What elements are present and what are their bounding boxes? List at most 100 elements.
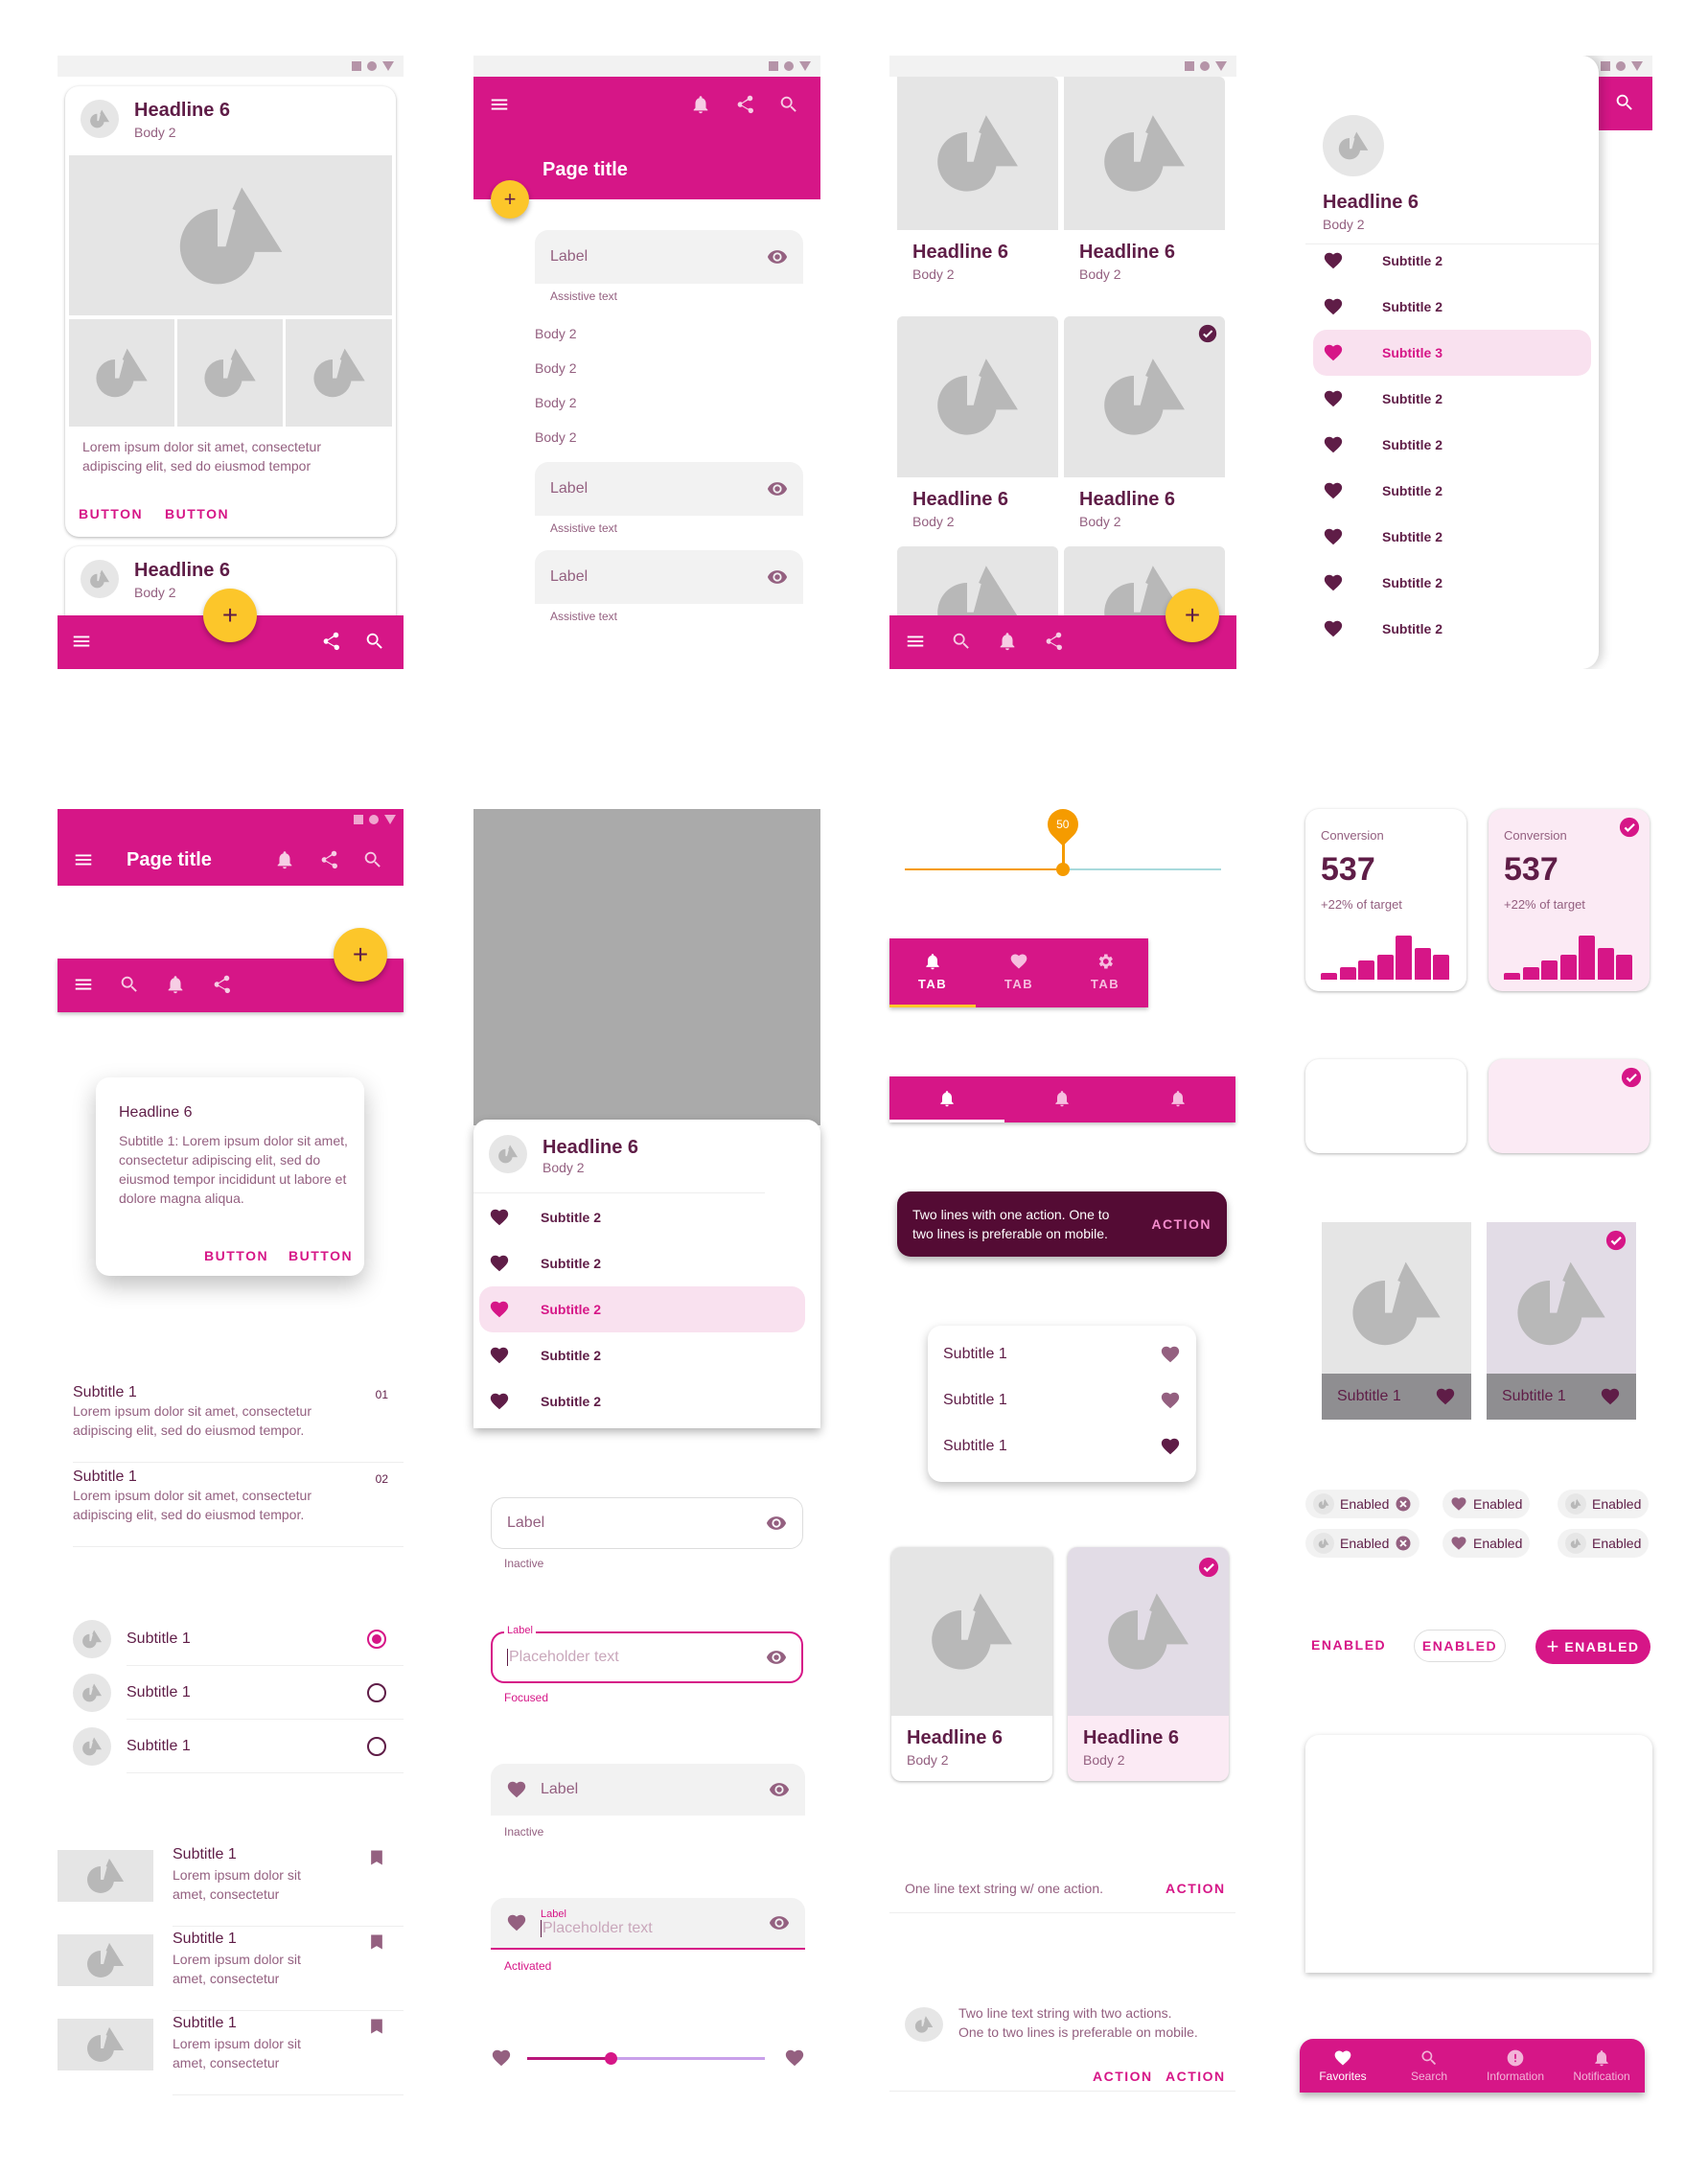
empty-card[interactable] [1305,1059,1466,1153]
selectable-card-selected[interactable]: Headline 6 Body 2 [1068,1547,1229,1781]
drawer-item[interactable]: Subtitle 2 [1313,468,1591,514]
radio-list-item[interactable]: Subtitle 1 [73,1666,404,1720]
fab-add[interactable]: + [491,180,529,219]
heart-icon[interactable] [1600,1386,1621,1407]
share-icon[interactable] [734,94,755,115]
tab[interactable]: TAB [1062,938,1148,1007]
share-icon[interactable] [1043,631,1064,652]
image-list-item[interactable]: Subtitle 1 Lorem ipsum dolor sit amet, co… [58,1842,404,1927]
radio-list-item[interactable]: Subtitle 1 [73,1612,404,1666]
radio-checked[interactable] [367,1630,386,1649]
search-icon[interactable] [362,849,383,870]
menu-icon[interactable] [73,974,94,995]
chip[interactable]: Enabled [1305,1490,1420,1518]
menu-icon[interactable] [73,849,94,870]
drawer-item[interactable]: Subtitle 2 [1313,514,1591,560]
bottom-nav-item[interactable]: Information [1472,2039,1558,2093]
bottom-nav-item[interactable]: Notification [1558,2039,1645,2093]
heart-icon[interactable] [1435,1386,1456,1407]
empty-card-selected[interactable] [1489,1059,1650,1153]
share-icon[interactable] [320,631,341,652]
chip[interactable]: Enabled [1558,1490,1650,1518]
stat-card-selected[interactable]: Conversion 537 +22% of target [1489,809,1650,991]
large-card[interactable] [1305,1735,1652,1973]
radio-unchecked[interactable] [367,1683,386,1702]
outlined-button[interactable]: ENABLED [1414,1630,1506,1662]
bottom-nav-item[interactable]: Search [1386,2039,1472,2093]
chip[interactable]: Enabled [1305,1529,1420,1558]
text-field[interactable]: Label [535,550,803,604]
list-item[interactable]: Subtitle 1 Lorem ipsum dolor sit amet, co… [73,1378,404,1463]
radio-list-item[interactable]: Subtitle 1 [73,1720,404,1773]
bell-icon[interactable] [690,94,711,115]
bottom-nav-item[interactable]: Favorites [1300,2039,1386,2093]
selectable-card[interactable]: Headline 6 Body 2 [891,1547,1052,1781]
card-button[interactable]: BUTTON [79,506,143,521]
menu-item[interactable]: Subtitle 1 [928,1377,1196,1423]
slider-thumb[interactable] [1056,863,1070,876]
bookmark-icon[interactable] [367,2017,386,2036]
grid-image[interactable] [1064,77,1225,230]
stat-card[interactable]: Conversion 537 +22% of target [1305,809,1466,991]
eye-icon[interactable] [767,567,788,588]
heart-icon[interactable] [1160,1344,1181,1365]
image-tile-selected[interactable]: Subtitle 1 [1487,1222,1636,1420]
dialog-button[interactable]: BUTTON [204,1248,268,1263]
text-button[interactable]: ENABLED [1311,1637,1386,1653]
radio-unchecked[interactable] [367,1737,386,1756]
heart-icon[interactable] [1160,1390,1181,1411]
filled-field-inactive[interactable]: Label [491,1764,805,1816]
chip[interactable]: Enabled [1558,1529,1650,1558]
drawer-item[interactable]: Subtitle 2 [1313,606,1591,652]
fab-add[interactable]: + [334,928,387,982]
sheet-item[interactable]: Subtitle 2 [479,1240,805,1286]
share-icon[interactable] [211,974,232,995]
cancel-icon[interactable] [1395,1495,1412,1513]
icon-tab[interactable] [889,1076,1005,1122]
menu-item[interactable]: Subtitle 1 [928,1331,1196,1377]
continuous-slider[interactable] [491,2044,805,2072]
drawer-item[interactable]: Subtitle 2 [1313,560,1591,606]
bookmark-icon[interactable] [367,1932,386,1952]
image-list-item[interactable]: Subtitle 1 Lorem ipsum dolor sit amet, co… [58,1927,404,2011]
search-icon[interactable] [778,94,799,115]
cancel-icon[interactable] [1395,1535,1412,1552]
banner-action[interactable]: ACTION [1166,1881,1226,1896]
card-button[interactable]: BUTTON [165,506,229,521]
eye-icon[interactable] [767,246,788,267]
eye-icon[interactable] [769,1779,790,1800]
search-icon[interactable] [364,631,385,652]
sheet-item[interactable]: Subtitle 2 [479,1194,805,1240]
tab[interactable]: TAB [976,938,1062,1007]
banner-action[interactable]: ACTION [1093,2069,1153,2084]
discrete-slider[interactable]: 50 [905,802,1231,876]
drawer-item[interactable]: Subtitle 3 [1313,330,1591,376]
menu-icon[interactable] [71,631,92,652]
eye-icon[interactable] [767,478,788,499]
share-icon[interactable] [318,849,339,870]
eye-icon[interactable] [769,1912,790,1933]
content-card[interactable]: Headline 6 Body 2 Lorem ipsum dolor sit … [65,86,396,537]
outlined-field-focused[interactable]: Label Placeholder text [491,1625,803,1683]
drawer-item[interactable]: Subtitle 2 [1313,376,1591,422]
sheet-item[interactable]: Subtitle 2 [479,1286,805,1332]
drawer-item[interactable]: Subtitle 2 [1313,238,1591,284]
search-icon[interactable] [1614,92,1635,113]
bell-icon[interactable] [165,974,186,995]
menu-icon[interactable] [905,631,926,652]
drawer-item[interactable]: Subtitle 2 [1313,422,1591,468]
search-icon[interactable] [119,974,140,995]
image-list-item[interactable]: Subtitle 1 Lorem ipsum dolor sit amet, co… [58,2011,404,2095]
bell-icon[interactable] [274,849,295,870]
outlined-field-inactive[interactable]: Label [491,1497,803,1549]
banner-action[interactable]: ACTION [1166,2069,1226,2084]
drawer-item[interactable]: Subtitle 2 [1313,284,1591,330]
chip[interactable]: Enabled [1443,1490,1531,1518]
menu-icon[interactable] [489,94,510,115]
grid-image[interactable] [1064,316,1225,477]
bell-icon[interactable] [997,631,1018,652]
image-tile[interactable]: Subtitle 1 [1322,1222,1471,1420]
heart-icon[interactable] [1160,1436,1181,1457]
search-icon[interactable] [951,631,972,652]
dialog-button[interactable]: BUTTON [289,1248,353,1263]
